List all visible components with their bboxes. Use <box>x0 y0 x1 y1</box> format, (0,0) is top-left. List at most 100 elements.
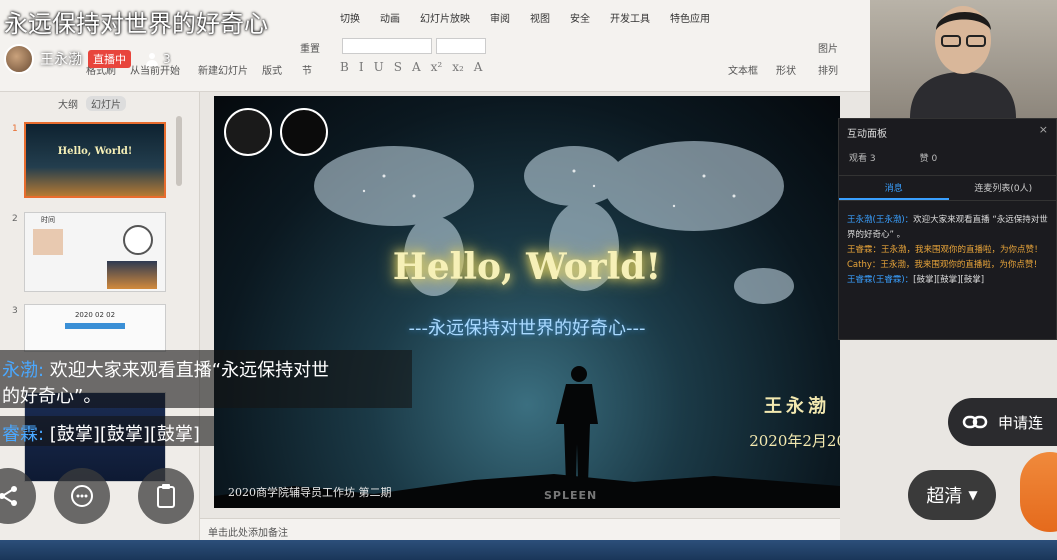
share-icon <box>0 486 17 506</box>
panel-tabs: 消息 连麦列表(0人) <box>839 175 1057 201</box>
overlay-line-3: 睿霖: [鼓掌][鼓掌][鼓掌] <box>2 420 200 446</box>
message-author: 王永渤(王永渤)： <box>847 215 914 225</box>
layout-button[interactable]: 版式 <box>262 62 282 77</box>
notes-field[interactable]: 单击此处添加备注 <box>200 518 840 540</box>
clipboard-icon <box>157 484 175 508</box>
shape-button[interactable]: 形状 <box>776 62 796 77</box>
tab-slides[interactable]: 幻灯片 <box>86 96 126 111</box>
slide-thumbnail-2[interactable]: 时间 <box>24 212 166 292</box>
hill-silhouette <box>214 474 840 508</box>
message-author: 王睿霖： <box>847 245 882 255</box>
presenter-figure <box>910 6 1016 118</box>
quality-select[interactable]: 超清 ▼ <box>908 470 996 520</box>
font-color-button[interactable]: A <box>474 60 483 74</box>
slide-thumbnail-1[interactable]: Hello, World! <box>24 122 166 198</box>
picture-button[interactable]: 图片 <box>818 40 838 55</box>
panel-stats: 观看 3 赞 0 <box>849 151 937 164</box>
views-count: 观看 3 <box>849 154 876 164</box>
superscript-button[interactable]: x² <box>431 60 443 74</box>
panel-title: 互动面板 <box>847 129 887 140</box>
textbox-button[interactable]: 文本框 <box>728 62 758 77</box>
tab-view[interactable]: 视图 <box>530 10 550 25</box>
font-size-select[interactable] <box>436 38 486 54</box>
slide-number-3: 3 <box>12 306 18 316</box>
overlay-line-2: 的好奇心”。 <box>2 386 102 407</box>
slide-author: 王永渤 <box>764 396 830 417</box>
slide-footer: 2020商学院辅导员工作坊 第二期 <box>228 486 392 499</box>
list-item: 王睿霖：王永渤，我来围观你的直播啦，为你点赞！ <box>847 243 1053 258</box>
overlay-author: 永渤: <box>2 360 45 381</box>
panel-tabs: 大纲 幻灯片 <box>58 96 126 111</box>
section-button[interactable]: 节 <box>302 62 312 77</box>
tab-slideshow[interactable]: 幻灯片放映 <box>420 10 470 25</box>
thumbnail-scrollbar[interactable] <box>176 116 182 186</box>
thumb2-image <box>33 229 63 255</box>
comment-button[interactable] <box>54 468 110 524</box>
interaction-panel: 互动面板 × 观看 3 赞 0 消息 连麦列表(0人) 王永渤(王永渤)：欢迎大… <box>838 118 1057 340</box>
viewer-count-value: 3 <box>163 52 171 66</box>
bold-button[interactable]: B <box>340 60 349 74</box>
streamer-name: 王永渤 <box>40 52 82 68</box>
avatar[interactable] <box>4 44 34 74</box>
menu-tabs: 切换 动画 幻灯片放映 审阅 视图 安全 开发工具 特色应用 <box>340 10 730 25</box>
apply-mic-label: 申请连 <box>998 413 1044 432</box>
thumb3-date1: 2020 02 02 <box>74 311 116 319</box>
overlay-author: 睿霖: <box>2 424 45 445</box>
font-family-select[interactable] <box>342 38 432 54</box>
format-buttons: B I U S A x² x₂ A <box>340 60 482 74</box>
italic-button[interactable]: I <box>359 60 364 74</box>
tab-animation[interactable]: 动画 <box>380 10 400 25</box>
gift-button[interactable] <box>1020 452 1057 532</box>
world-map-lights <box>314 141 794 304</box>
tab-outline[interactable]: 大纲 <box>58 96 78 111</box>
slide-thumbnail-3[interactable]: 2020 02 02 <box>24 304 166 352</box>
subscript-button[interactable]: x₂ <box>452 60 464 74</box>
message-text: 王永渤，我来围观你的直播啦，为你点赞！ <box>881 245 1043 255</box>
tab-developer[interactable]: 开发工具 <box>610 10 650 25</box>
chat-bubble-icon <box>71 485 93 507</box>
viewer-count: 3 <box>145 52 171 66</box>
tab-review[interactable]: 审阅 <box>490 10 510 25</box>
chevron-down-icon: ▼ <box>968 488 978 502</box>
thumb1-title: Hello, World! <box>57 146 133 157</box>
strike-button[interactable]: S <box>394 60 402 74</box>
overlay-chat-bubble-2: 睿霖: [鼓掌][鼓掌][鼓掌] <box>0 416 214 446</box>
overlay-chat-bubble: 永渤: 欢迎大家来观看直播“永远保持对世 的好奇心”。 <box>0 350 412 408</box>
slide-canvas[interactable]: Hello, World! ---永远保持对世界的好奇心--- 王永渤 2020… <box>214 96 840 508</box>
streamer-info: 王永渤 直播中 3 <box>4 44 171 74</box>
list-item: Cathy：王永渤，我来围观你的直播啦，为你点赞！ <box>847 258 1053 273</box>
slide-title: Hello, World! <box>392 246 662 288</box>
underline-button[interactable]: U <box>374 60 384 74</box>
overlay-text: [鼓掌][鼓掌][鼓掌] <box>44 424 200 445</box>
taskbar <box>0 540 1057 560</box>
new-slide-button[interactable]: 新建幻灯片 <box>198 62 248 77</box>
slide-number-2: 2 <box>12 214 18 224</box>
slide-number-1: 1 <box>12 124 18 134</box>
reset-button[interactable]: 重置 <box>300 40 320 55</box>
arrange-button[interactable]: 排列 <box>818 62 838 77</box>
thumb3-bar <box>65 323 125 329</box>
quality-label: 超清 <box>926 486 963 507</box>
tab-security[interactable]: 安全 <box>570 10 590 25</box>
slide-subtitle: ---永远保持对世界的好奇心--- <box>408 318 646 339</box>
likes-count: 赞 0 <box>919 154 938 164</box>
notes-placeholder: 单击此处添加备注 <box>208 528 288 539</box>
tab-transition[interactable]: 切换 <box>340 10 360 25</box>
message-author: 王睿霖(王睿霖)： <box>847 275 914 285</box>
list-item: 王永渤(王永渤)：欢迎大家来观看直播 “永远保持对世界的好奇心” 。 <box>847 213 1053 243</box>
shadow-button[interactable]: A <box>412 60 421 74</box>
apply-mic-button[interactable]: 申请连 <box>948 398 1057 446</box>
watermark: SPLEEN <box>544 489 598 502</box>
tab-special[interactable]: 特色应用 <box>670 10 710 25</box>
list-item: 王睿霖(王睿霖)：[鼓掌][鼓掌][鼓掌] <box>847 273 1053 288</box>
stream-title: 永远保持对世界的好奇心 <box>4 10 268 38</box>
school-seal-logo <box>224 108 272 156</box>
message-text: 王永渤，我来围观你的直播啦，为你点赞！ <box>880 260 1042 270</box>
tab-mic-list[interactable]: 连麦列表(0人) <box>949 176 1057 200</box>
person-icon <box>146 53 158 66</box>
webcam-video <box>870 0 1057 118</box>
close-icon[interactable]: × <box>1039 123 1048 136</box>
clipboard-button[interactable] <box>138 468 194 524</box>
tab-comments[interactable]: 消息 <box>839 176 949 200</box>
live-badge: 直播中 <box>88 50 131 68</box>
